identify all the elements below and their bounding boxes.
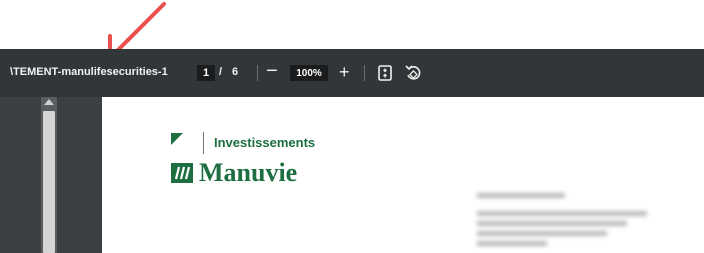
toolbar-divider [364, 65, 365, 81]
zoom-in-button[interactable]: + [339, 60, 350, 84]
toolbar-divider [257, 65, 258, 81]
page-number-input[interactable] [197, 65, 215, 81]
logo-leaf-icon [171, 133, 183, 145]
thumbnail-sidebar [0, 97, 102, 253]
logo-divider [203, 132, 204, 154]
page-total: 6 [232, 66, 239, 78]
zoom-out-button[interactable]: − [266, 59, 278, 83]
zoom-level-input[interactable] [290, 65, 328, 81]
page-separator: / [219, 66, 223, 78]
pdf-toolbar: \TEMENT-manulifesecurities-1 / 6 − + [0, 49, 704, 97]
fit-to-page-icon[interactable] [378, 65, 392, 81]
sidebar-scrollbar[interactable] [41, 97, 57, 253]
scroll-up-icon[interactable] [44, 99, 54, 105]
logo-investissements: Investissements [214, 135, 316, 150]
rotate-icon[interactable] [405, 64, 421, 82]
document-page: Investissements Manuvie [102, 97, 704, 253]
document-title: \TEMENT-manulifesecurities-1 [10, 66, 168, 78]
scrollbar-thumb[interactable] [43, 111, 55, 253]
manulife-logo-icon [171, 163, 193, 183]
logo-manuvie: Manuvie [199, 158, 298, 187]
redacted-address-block [477, 193, 657, 253]
